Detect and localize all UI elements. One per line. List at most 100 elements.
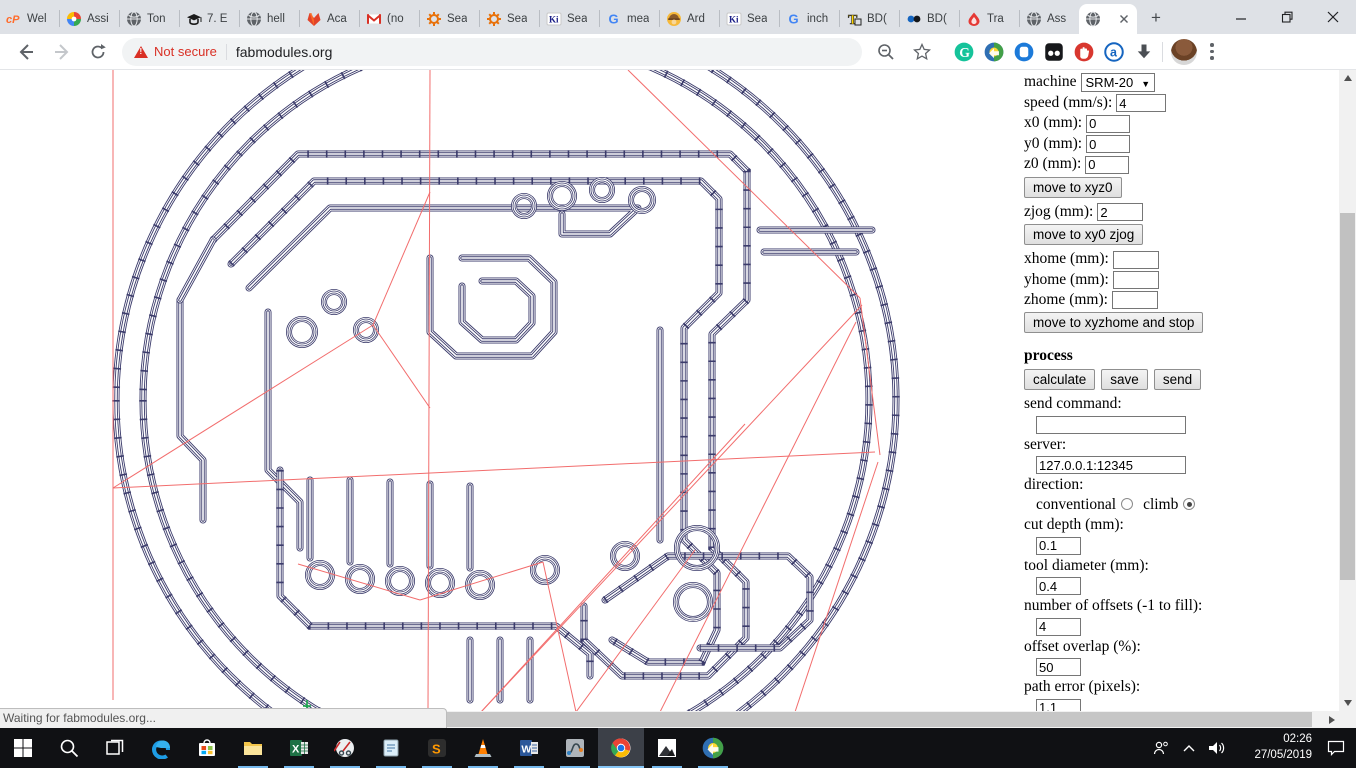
tab[interactable]: T BD( [840,4,899,34]
tab-title: Ard [687,13,705,25]
move-to-xy0-zjog-button[interactable]: move to xy0 zjog [1024,224,1144,246]
zoom-out-indicator-icon[interactable] [872,38,900,66]
tab[interactable]: BD( [900,4,959,34]
tab[interactable]: 7. E [180,4,239,34]
value-input[interactable] [1036,577,1081,596]
move-to-xyz0-button[interactable]: move to xyz0 [1024,176,1122,198]
scroll-up-arrow[interactable] [1343,75,1352,81]
taskbar-taskview-icon[interactable] [92,728,138,768]
z0-mm-input[interactable] [1085,155,1130,174]
value-input[interactable] [1036,536,1081,555]
flame-favicon-icon [966,11,982,27]
people-tray-icon[interactable] [1146,728,1176,768]
taskbar-journey-icon[interactable] [552,728,598,768]
taskbar-idm-icon[interactable] [690,728,736,768]
action-center-button[interactable] [1316,728,1356,768]
tab[interactable]: Ginch [780,4,839,34]
taskbar-store-icon[interactable] [184,728,230,768]
value-input[interactable] [1036,456,1186,475]
tab-close-button[interactable] [1117,12,1131,26]
downarrow-extension-icon[interactable] [1134,42,1154,62]
field-label: server: [1024,435,1067,453]
send-button[interactable]: send [1153,369,1202,391]
volume-tray-icon[interactable] [1202,728,1234,768]
chevron-down-icon: ▼ [1141,78,1151,89]
taskbar-word-icon[interactable]: W [506,728,552,768]
new-tab-button[interactable]: + [1143,5,1169,31]
taskbar-notepad-icon[interactable] [368,728,414,768]
tab[interactable]: (no [360,4,419,34]
climb-radio[interactable] [1183,498,1196,511]
bookmark-star-button[interactable] [908,38,936,66]
x0-mm-input[interactable] [1086,114,1131,133]
move-to-xyzhome-and-stop-button[interactable]: move to xyzhome and stop [1024,312,1204,334]
tab[interactable]: Sea [480,4,539,34]
value-input[interactable] [1036,658,1081,677]
conventional-radio[interactable] [1121,498,1134,511]
url-text[interactable]: fabmodules.org [236,44,333,60]
tab[interactable]: Aca [300,4,359,34]
tab[interactable]: Assi [60,4,119,34]
machine-select[interactable]: SRM-20 ▼ [1080,72,1156,92]
security-label[interactable]: Not secure [154,44,217,59]
zjog-mm-input[interactable] [1097,203,1144,222]
vertical-scroll-thumb[interactable] [1340,213,1355,580]
reload-button[interactable] [84,38,112,66]
darkreader-extension-icon[interactable] [1044,42,1064,62]
value-input[interactable] [1036,617,1081,636]
taskbar-excel-icon[interactable]: X [276,728,322,768]
photos-icon [656,737,678,759]
tab[interactable]: Ass [1020,4,1079,34]
xhome-mm-input[interactable] [1112,250,1159,269]
grammarly-extension-icon[interactable]: G [954,42,974,62]
tab[interactable]: Tra [960,4,1019,34]
taskbar-search-button[interactable] [46,728,92,768]
stophand-extension-icon[interactable] [1074,42,1094,62]
forward-button[interactable] [48,38,76,66]
tab[interactable]: Ton [120,4,179,34]
svg-text:cP: cP [6,14,20,26]
scroll-down-arrow[interactable] [1343,700,1352,706]
profile-avatar[interactable] [1171,38,1197,65]
taskbar-explorer-icon[interactable] [230,728,276,768]
taskbar-vlc-icon[interactable] [460,728,506,768]
back-button[interactable] [12,38,40,66]
save-button[interactable]: save [1101,369,1148,391]
tab[interactable]: Ki Sea [720,4,779,34]
hidden-icons-chevron[interactable] [1176,728,1202,768]
tab[interactable]: Gmea [600,4,659,34]
scroll-right-arrow[interactable] [1329,715,1335,724]
taskbar-clock[interactable]: 02:26 27/05/2019 [1234,732,1316,763]
tab[interactable]: cP Wel [0,4,59,34]
tab[interactable]: Sea [420,4,479,34]
taskbar-edge-icon[interactable] [138,728,184,768]
speed-mm-s-input[interactable] [1116,94,1167,113]
taskbar-photos-icon[interactable] [644,728,690,768]
value-input[interactable] [1036,698,1081,711]
toolpath-canvas[interactable] [0,70,1022,711]
taskbar-sublime-icon[interactable]: S [414,728,460,768]
taskbar-chrome-icon[interactable] [598,728,644,768]
taskbar-snipping-icon[interactable] [322,728,368,768]
maximize-button[interactable] [1264,0,1310,34]
minimize-button[interactable] [1218,0,1264,34]
omnibox[interactable]: Not secure fabmodules.org [122,37,862,66]
tab-title: (no [387,13,404,25]
pocket-extension-icon[interactable] [1014,42,1034,62]
value-input[interactable] [1036,415,1186,434]
taskbar-start-button[interactable] [0,728,46,768]
tab[interactable]: Ard [660,4,719,34]
tab[interactable]: hell [240,4,299,34]
ablue-extension-icon[interactable]: a [1104,41,1124,62]
zhome-mm-input[interactable] [1111,291,1158,310]
calculate-button[interactable]: calculate [1024,369,1096,391]
tab[interactable]: Ki Sea [540,4,599,34]
browser-menu-button[interactable] [1203,40,1221,64]
y0-mm-input[interactable] [1086,135,1131,154]
gradcap-favicon-icon [186,11,202,27]
idm-extension-icon[interactable] [984,42,1004,62]
yhome-mm-input[interactable] [1112,271,1159,289]
close-window-button[interactable] [1310,0,1356,34]
active-tab[interactable] [1079,4,1137,34]
vertical-scrollbar[interactable] [1339,70,1356,711]
